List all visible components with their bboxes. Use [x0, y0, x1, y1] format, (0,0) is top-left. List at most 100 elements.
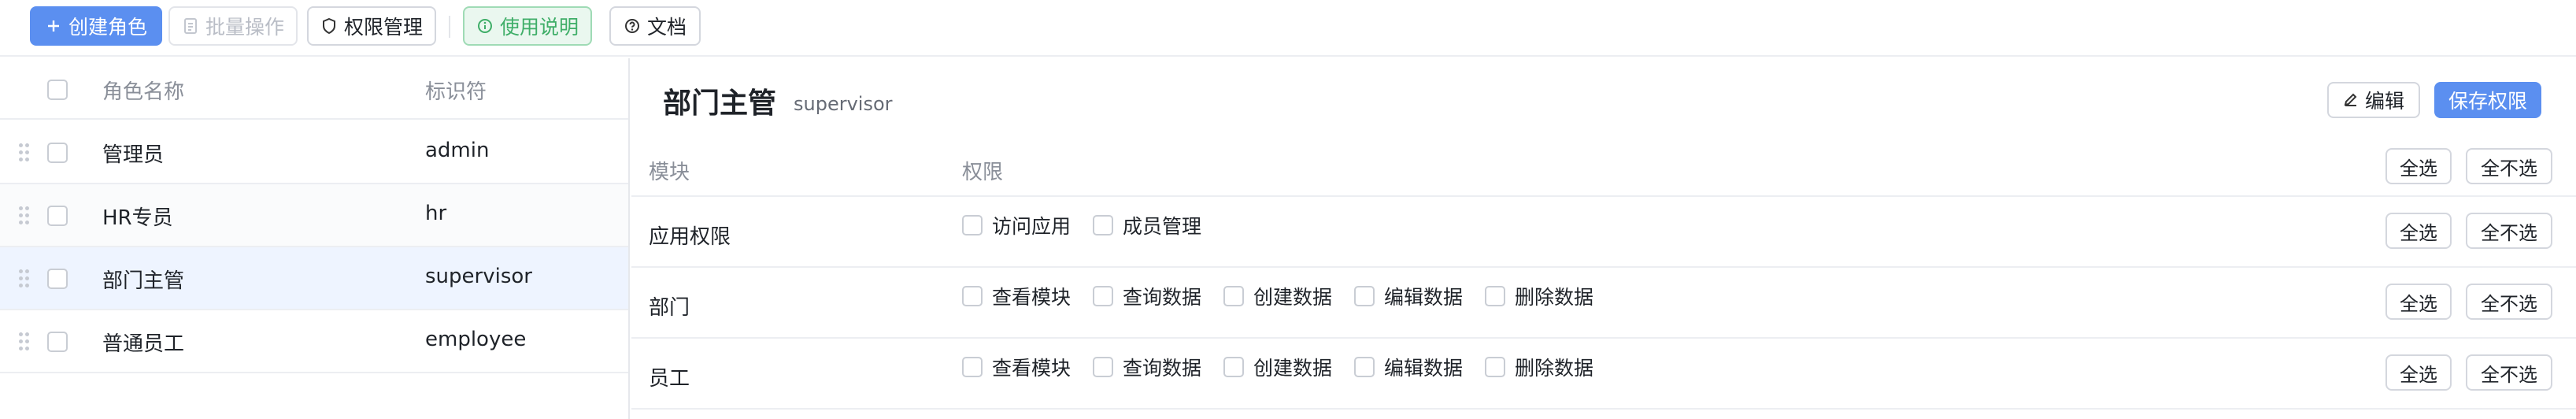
row-select-all-button[interactable]: 全选 — [2385, 213, 2452, 249]
checkbox[interactable] — [1093, 357, 1113, 377]
info-icon — [476, 17, 494, 35]
create-role-label: 创建角色 — [68, 16, 147, 39]
permission-label: 成员管理 — [1123, 215, 1202, 238]
drag-handle-icon[interactable] — [19, 331, 31, 353]
role-name: HR专员 — [102, 206, 173, 230]
edit-icon — [2343, 89, 2359, 112]
select-none-button[interactable]: 全不选 — [2466, 148, 2552, 184]
permission-checkbox[interactable]: 删除数据 — [1485, 282, 1593, 310]
column-header-permission: 权限 — [962, 161, 1004, 184]
drag-handle-icon[interactable] — [19, 205, 31, 227]
drag-handle-icon[interactable] — [19, 142, 31, 164]
role-table-header: 角色名称 标识符 — [0, 58, 628, 120]
permission-label: 创建数据 — [1253, 286, 1333, 309]
checkbox[interactable] — [962, 357, 983, 377]
role-name: 管理员 — [102, 143, 165, 167]
permission-label: 查询数据 — [1123, 286, 1202, 309]
checkbox[interactable] — [1093, 215, 1113, 235]
permission-checkbox[interactable]: 编辑数据 — [1354, 353, 1463, 381]
row-checkbox[interactable] — [47, 143, 68, 163]
row-checkbox[interactable] — [47, 269, 68, 289]
help-circle-icon — [624, 17, 641, 35]
checkbox[interactable] — [1485, 357, 1505, 377]
module-name: 部门 — [649, 296, 690, 320]
permission-row: 应用权限 访问应用 成员管理 全选 全不选 — [631, 197, 2576, 268]
row-select-none-button[interactable]: 全不选 — [2466, 354, 2552, 391]
role-list-panel: 角色名称 标识符 管理员 admin HR专员 hr 部门主管 supervis… — [0, 58, 630, 419]
permission-checkbox[interactable]: 查询数据 — [1093, 353, 1201, 381]
permission-label: 编辑数据 — [1384, 357, 1464, 380]
role-identifier: admin — [425, 139, 490, 162]
checkbox[interactable] — [962, 215, 983, 235]
permission-checkbox[interactable]: 创建数据 — [1223, 353, 1332, 381]
permission-checkbox[interactable]: 查询数据 — [1093, 282, 1201, 310]
edit-button[interactable]: 编辑 — [2327, 82, 2420, 118]
module-name: 应用权限 — [649, 225, 731, 249]
permission-row: 员工 查看模块 查询数据 创建数据 编辑数据 删除数据 全选 全不选 — [631, 339, 2576, 410]
checkbox[interactable] — [1223, 357, 1244, 377]
table-row[interactable]: 管理员 admin — [0, 121, 628, 184]
role-name: 普通员工 — [102, 332, 185, 356]
docs-button[interactable]: 文档 — [609, 6, 701, 46]
permission-manage-button[interactable]: 权限管理 — [307, 6, 436, 46]
usage-guide-label: 使用说明 — [499, 16, 579, 39]
permission-label: 创建数据 — [1253, 357, 1333, 380]
permission-label: 访问应用 — [992, 215, 1071, 238]
checkbox[interactable] — [1093, 286, 1113, 306]
column-header-role-name: 角色名称 — [102, 80, 185, 104]
permission-label: 查看模块 — [992, 286, 1071, 309]
table-row[interactable]: HR专员 hr — [0, 184, 628, 247]
plus-icon — [45, 17, 62, 35]
permission-checkbox[interactable]: 编辑数据 — [1354, 282, 1463, 310]
permission-table-header: 模块 权限 全选 全不选 — [631, 140, 2576, 197]
checkbox[interactable] — [1354, 286, 1375, 306]
role-identifier: employee — [425, 328, 527, 351]
permission-label: 编辑数据 — [1384, 286, 1464, 309]
edit-label: 编辑 — [2364, 90, 2404, 113]
create-role-button[interactable]: 创建角色 — [30, 6, 162, 46]
role-identifier: supervisor — [425, 265, 532, 288]
role-code: supervisor — [794, 93, 893, 115]
document-icon — [182, 17, 199, 35]
module-name: 员工 — [649, 367, 690, 391]
permission-label: 删除数据 — [1515, 286, 1594, 309]
table-row-selected[interactable]: 部门主管 supervisor — [0, 247, 628, 310]
row-select-all-button[interactable]: 全选 — [2385, 284, 2452, 320]
shield-icon — [320, 17, 338, 35]
select-all-roles-checkbox[interactable] — [47, 80, 68, 100]
row-select-none-button[interactable]: 全不选 — [2466, 284, 2552, 320]
row-checkbox[interactable] — [47, 332, 68, 352]
permission-manage-label: 权限管理 — [343, 16, 423, 39]
toolbar: 创建角色 批量操作 权限管理 使用说明 文档 — [0, 0, 2576, 57]
checkbox[interactable] — [962, 286, 983, 306]
row-select-all-button[interactable]: 全选 — [2385, 354, 2452, 391]
checkbox[interactable] — [1223, 286, 1244, 306]
role-name: 部门主管 — [102, 269, 185, 293]
permission-checkbox[interactable]: 删除数据 — [1485, 353, 1593, 381]
batch-operation-label: 批量操作 — [205, 16, 284, 39]
row-select-none-button[interactable]: 全不选 — [2466, 213, 2552, 249]
permission-checkbox[interactable]: 查看模块 — [962, 282, 1071, 310]
permission-row: 部门 查看模块 查询数据 创建数据 编辑数据 删除数据 全选 全不选 — [631, 268, 2576, 339]
select-all-button[interactable]: 全选 — [2385, 148, 2452, 184]
batch-operation-button[interactable]: 批量操作 — [168, 6, 298, 46]
checkbox[interactable] — [1354, 357, 1375, 377]
permission-checkbox[interactable]: 访问应用 — [962, 211, 1071, 239]
permission-checkbox[interactable]: 创建数据 — [1223, 282, 1332, 310]
permission-checkbox[interactable]: 查看模块 — [962, 353, 1071, 381]
column-header-module: 模块 — [649, 161, 690, 184]
usage-guide-button[interactable]: 使用说明 — [463, 6, 592, 46]
drag-handle-icon[interactable] — [19, 268, 31, 290]
permission-label: 删除数据 — [1515, 357, 1594, 380]
row-checkbox[interactable] — [47, 206, 68, 226]
permission-label: 查看模块 — [992, 357, 1071, 380]
column-header-identifier: 标识符 — [425, 80, 487, 104]
table-row[interactable]: 普通员工 employee — [0, 310, 628, 373]
checkbox[interactable] — [1485, 286, 1505, 306]
permission-checkbox[interactable]: 成员管理 — [1093, 211, 1201, 239]
docs-label: 文档 — [646, 16, 687, 39]
save-permissions-button[interactable]: 保存权限 — [2434, 82, 2541, 118]
toolbar-divider — [449, 16, 450, 38]
role-identifier: hr — [425, 202, 447, 225]
permission-label: 查询数据 — [1123, 357, 1202, 380]
